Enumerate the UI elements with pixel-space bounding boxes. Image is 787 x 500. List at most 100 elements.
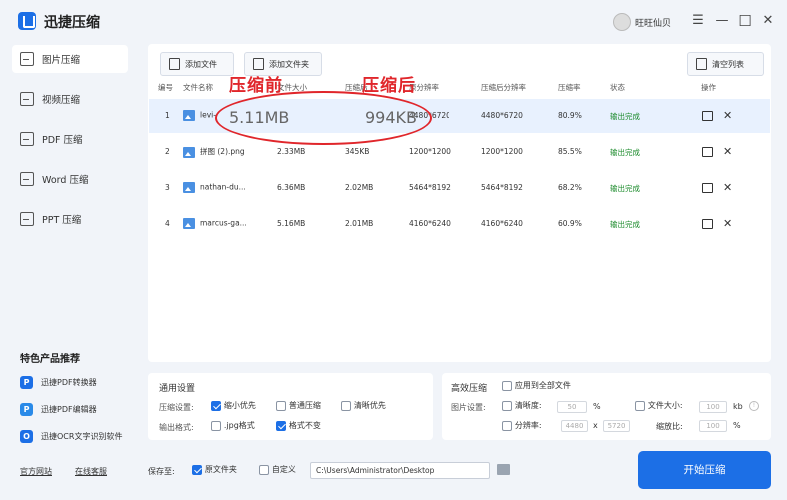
open-folder-icon[interactable] (702, 147, 713, 157)
row-rate: 60.9% (558, 219, 582, 228)
save-source-folder[interactable]: 原文件夹 (192, 464, 237, 475)
resolution-width-input[interactable]: 4480 (561, 420, 588, 432)
checkbox[interactable] (502, 380, 512, 391)
support-link[interactable]: 在线客服 (75, 466, 107, 477)
col-header-action: 操作 (701, 83, 716, 92)
sidebar-item-ppt[interactable]: PPT 压缩 (12, 205, 128, 233)
clear-list-button[interactable]: 清空列表 (687, 52, 764, 76)
resolution-option[interactable]: 分辨率: (502, 420, 542, 431)
checkbox[interactable] (192, 464, 202, 475)
row-status: 输出完成 (610, 148, 640, 157)
row-no: 1 (165, 111, 170, 120)
video-compress-icon (20, 92, 34, 106)
featured-ocr[interactable]: O 迅捷OCR文字识别软件 (20, 430, 122, 443)
save-to-label: 保存至: (148, 467, 175, 476)
remove-row-icon[interactable]: ✕ (723, 182, 732, 193)
checkbox[interactable] (211, 400, 221, 411)
sidebar-item-video[interactable]: 视频压缩 (12, 85, 128, 113)
clarity-unit: % (593, 402, 601, 411)
featured-pdf-converter[interactable]: P 迅捷PDF转换器 (20, 376, 97, 389)
sidebar-item-label: 图片压缩 (42, 55, 81, 66)
row-status: 输出完成 (610, 184, 640, 193)
add-file-button[interactable]: 添加文件 (160, 52, 234, 76)
ppt-compress-icon (20, 212, 34, 226)
row-size: 5.11MB (229, 108, 290, 127)
row-name: 拼图 (2).png (183, 146, 245, 158)
col-header-rate: 压缩率 (558, 83, 581, 92)
format-jpg[interactable]: .jpg格式 (211, 420, 255, 431)
option-normal[interactable]: 普通压缩 (276, 400, 321, 411)
clarity-option[interactable]: 清晰度: (502, 400, 542, 411)
row-new-res: 1200*1200 (481, 147, 523, 156)
row-status: 输出完成 (610, 112, 640, 121)
help-icon[interactable]: ! (749, 401, 759, 411)
row-name: nathan-du... (183, 182, 246, 193)
option-clarity[interactable]: 清晰优先 (341, 400, 386, 411)
checkbox[interactable] (502, 400, 512, 411)
col-header-new-res: 压缩后分辨率 (481, 83, 526, 92)
row-status: 输出完成 (610, 220, 640, 229)
clarity-input[interactable]: 50 (557, 401, 587, 413)
checkbox[interactable] (502, 420, 512, 431)
checkbox[interactable] (259, 464, 269, 475)
browse-folder-icon[interactable] (497, 464, 510, 475)
minimize-icon[interactable]: — (712, 10, 732, 32)
apply-all[interactable]: 应用到全部文件 (502, 380, 571, 391)
checkbox[interactable] (341, 400, 351, 411)
menu-icon[interactable]: ☰ (688, 10, 708, 32)
sidebar-item-pdf[interactable]: PDF 压缩 (12, 125, 128, 153)
pdf-compress-icon (20, 132, 34, 146)
open-folder-icon[interactable] (702, 219, 713, 229)
app-title: 迅捷压缩 (44, 15, 100, 31)
username[interactable]: 旺旺仙贝 (635, 16, 671, 29)
row-size: 5.16MB (277, 219, 306, 228)
image-file-icon (183, 146, 195, 158)
remove-row-icon[interactable]: ✕ (723, 218, 732, 229)
maximize-icon[interactable]: ☐ (735, 10, 755, 32)
open-folder-icon[interactable] (702, 111, 713, 121)
row-name: marcus-ga... (183, 218, 247, 229)
checkbox[interactable] (635, 400, 645, 411)
add-file-icon (169, 58, 180, 70)
sidebar-item-word[interactable]: Word 压缩 (12, 165, 128, 193)
image-setting-label: 图片设置: (451, 403, 486, 412)
checkbox[interactable] (276, 400, 286, 411)
close-icon[interactable]: ✕ (758, 10, 778, 32)
scale-input[interactable]: 100 (699, 420, 727, 432)
remove-row-icon[interactable]: ✕ (723, 110, 732, 121)
remove-row-icon[interactable]: ✕ (723, 146, 732, 157)
resolution-height-input[interactable]: 5720 (603, 420, 630, 432)
row-new-res: 4160*6240 (481, 219, 523, 228)
row-no: 4 (165, 219, 170, 228)
start-compress-button[interactable]: 开始压缩 (638, 451, 771, 489)
featured-label: 迅捷PDF编辑器 (41, 405, 97, 414)
row-new-res: 4480*6720 (481, 111, 523, 120)
format-keep[interactable]: 格式不变 (276, 420, 321, 431)
col-header-status: 状态 (610, 83, 625, 92)
featured-pdf-editor[interactable]: P 迅捷PDF编辑器 (20, 403, 97, 416)
option-shrink[interactable]: 缩小优先 (211, 400, 256, 411)
row-compressed: 345KB (345, 147, 370, 156)
sidebar-item-image[interactable]: 图片压缩 (12, 45, 128, 73)
row-no: 3 (165, 183, 170, 192)
sidebar-item-label: PPT 压缩 (42, 215, 82, 226)
filesize-input[interactable]: 100 (699, 401, 727, 413)
add-folder-icon (253, 58, 264, 70)
website-link[interactable]: 官方网站 (20, 466, 52, 477)
open-folder-icon[interactable] (702, 183, 713, 193)
save-custom[interactable]: 自定义 (259, 464, 296, 475)
row-size: 2.33MB (277, 147, 306, 156)
image-file-icon (183, 182, 195, 193)
checkbox[interactable] (276, 420, 286, 431)
avatar[interactable] (613, 13, 631, 31)
scale-label: 缩放比: (656, 422, 683, 431)
efficient-title: 高效压缩 (451, 384, 488, 394)
featured-title: 特色产品推荐 (20, 354, 80, 365)
row-name: levi- (183, 110, 216, 121)
resolution-separator: x (593, 421, 598, 430)
filesize-option[interactable]: 文件大小: (635, 400, 683, 411)
save-path-input[interactable]: C:\Users\Administrator\Desktop (310, 462, 490, 479)
row-res: 4160*6240 (409, 219, 451, 228)
pdf-editor-icon: P (20, 403, 33, 416)
checkbox[interactable] (211, 420, 221, 431)
